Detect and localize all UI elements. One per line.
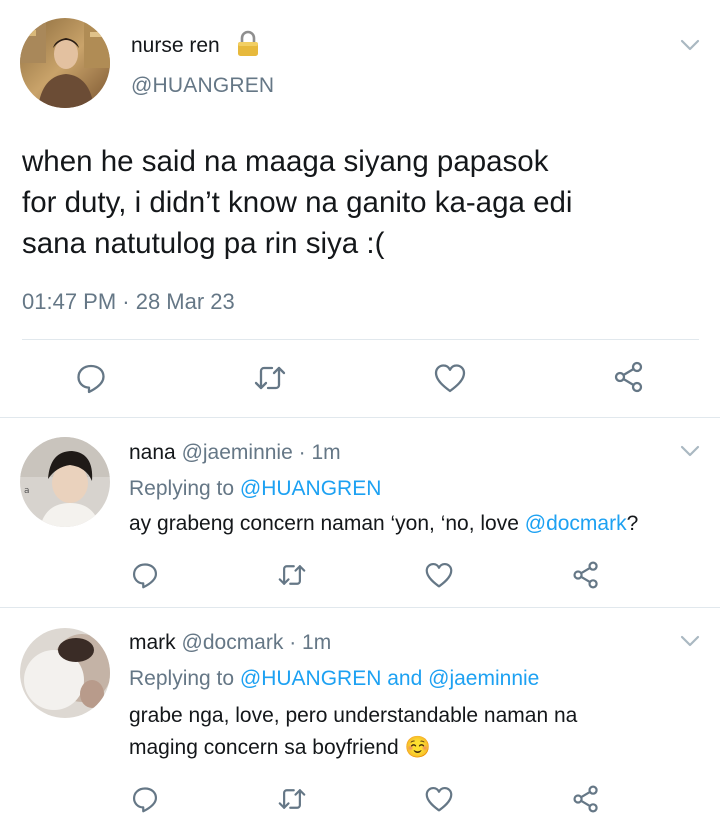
retweet-button[interactable] — [277, 561, 307, 589]
heart-icon — [425, 562, 453, 588]
heart-icon — [434, 364, 466, 393]
reply-age: · 1m — [298, 441, 341, 464]
replying-to: Replying to @HUANGREN and @jaeminnie — [129, 667, 539, 691]
smiling-face-emoji: ☺️ — [404, 736, 431, 759]
retweet-button[interactable] — [253, 362, 287, 394]
divider — [0, 417, 720, 418]
reply-header: mark @docmark · 1m — [129, 631, 331, 655]
reply-age: · 1m — [289, 631, 332, 654]
like-button[interactable] — [433, 362, 467, 394]
author-handle[interactable]: @HUANGREN — [131, 74, 274, 98]
reply-header: nana @jaeminnie · 1m — [129, 441, 341, 465]
reply-display-name[interactable]: nana — [129, 441, 176, 464]
replying-to-label: Replying to — [129, 667, 235, 690]
reply-button[interactable] — [131, 561, 159, 589]
replying-to-label: Replying to — [129, 477, 235, 500]
reply-display-name[interactable]: mark — [129, 631, 176, 654]
share-icon — [573, 561, 598, 589]
tweet-text-line: when he said na maaga siyang papasok — [22, 145, 549, 178]
reply-handle[interactable]: @docmark — [182, 631, 284, 654]
heart-icon — [425, 786, 453, 812]
tweet-timestamp[interactable]: 01:47 PM · 28 Mar 23 — [22, 289, 235, 315]
share-button[interactable] — [571, 560, 601, 590]
reply-icon — [132, 787, 158, 813]
chevron-down-icon[interactable] — [680, 38, 700, 52]
reply-text-mention[interactable]: @docmark — [525, 512, 627, 535]
tweet-text-line: sana natutulog pa rin siya :( — [22, 227, 385, 260]
tweet-text-line: for duty, i didn’t know na ganito ka-aga… — [22, 186, 573, 219]
replying-to-mention[interactable]: @HUANGREN — [240, 667, 382, 690]
like-button[interactable] — [424, 785, 454, 813]
reply-text-end: ? — [626, 512, 639, 535]
svg-text:a: a — [24, 486, 30, 496]
author-avatar[interactable] — [20, 18, 110, 108]
retweet-icon — [278, 789, 306, 809]
replying-to-joiner: and — [387, 667, 423, 690]
reply-text: ay grabeng concern naman ‘yon, ‘no, love… — [129, 508, 638, 540]
retweet-icon — [278, 565, 306, 585]
reply-button[interactable] — [131, 785, 159, 813]
reply-text-line-2: maging concern sa boyfriend ☺️ — [129, 732, 689, 764]
tweet-text: when he said na maaga siyang papasok for… — [22, 141, 702, 264]
reply-icon — [77, 364, 105, 394]
author-display-name[interactable]: nurse ren — [131, 34, 220, 58]
reply-text-line: grabe nga, love, pero understandable nam… — [129, 704, 578, 727]
like-button[interactable] — [424, 561, 454, 589]
share-icon — [614, 361, 643, 393]
reply-button[interactable] — [75, 362, 107, 394]
lock-icon — [236, 30, 260, 58]
reply-avatar[interactable] — [20, 628, 110, 718]
retweet-button[interactable] — [277, 785, 307, 813]
divider — [0, 607, 720, 608]
share-button[interactable] — [612, 360, 646, 394]
chevron-down-icon[interactable] — [680, 444, 700, 458]
replying-to: Replying to @HUANGREN — [129, 477, 381, 501]
share-icon — [573, 785, 598, 813]
reply-text-body: ay grabeng concern naman ‘yon, ‘no, love — [129, 512, 525, 535]
reply-text: grabe nga, love, pero understandable nam… — [129, 700, 689, 764]
reply-text-line: maging concern sa boyfriend — [129, 736, 399, 759]
divider — [22, 339, 699, 340]
retweet-icon — [254, 366, 286, 390]
replying-to-mention[interactable]: @HUANGREN — [240, 477, 382, 500]
reply-handle[interactable]: @jaeminnie — [182, 441, 293, 464]
share-button[interactable] — [571, 784, 601, 814]
reply-icon — [132, 563, 158, 589]
chevron-down-icon[interactable] — [680, 634, 700, 648]
replying-to-mention[interactable]: @jaeminnie — [428, 667, 539, 690]
reply-avatar[interactable]: a — [20, 437, 110, 527]
